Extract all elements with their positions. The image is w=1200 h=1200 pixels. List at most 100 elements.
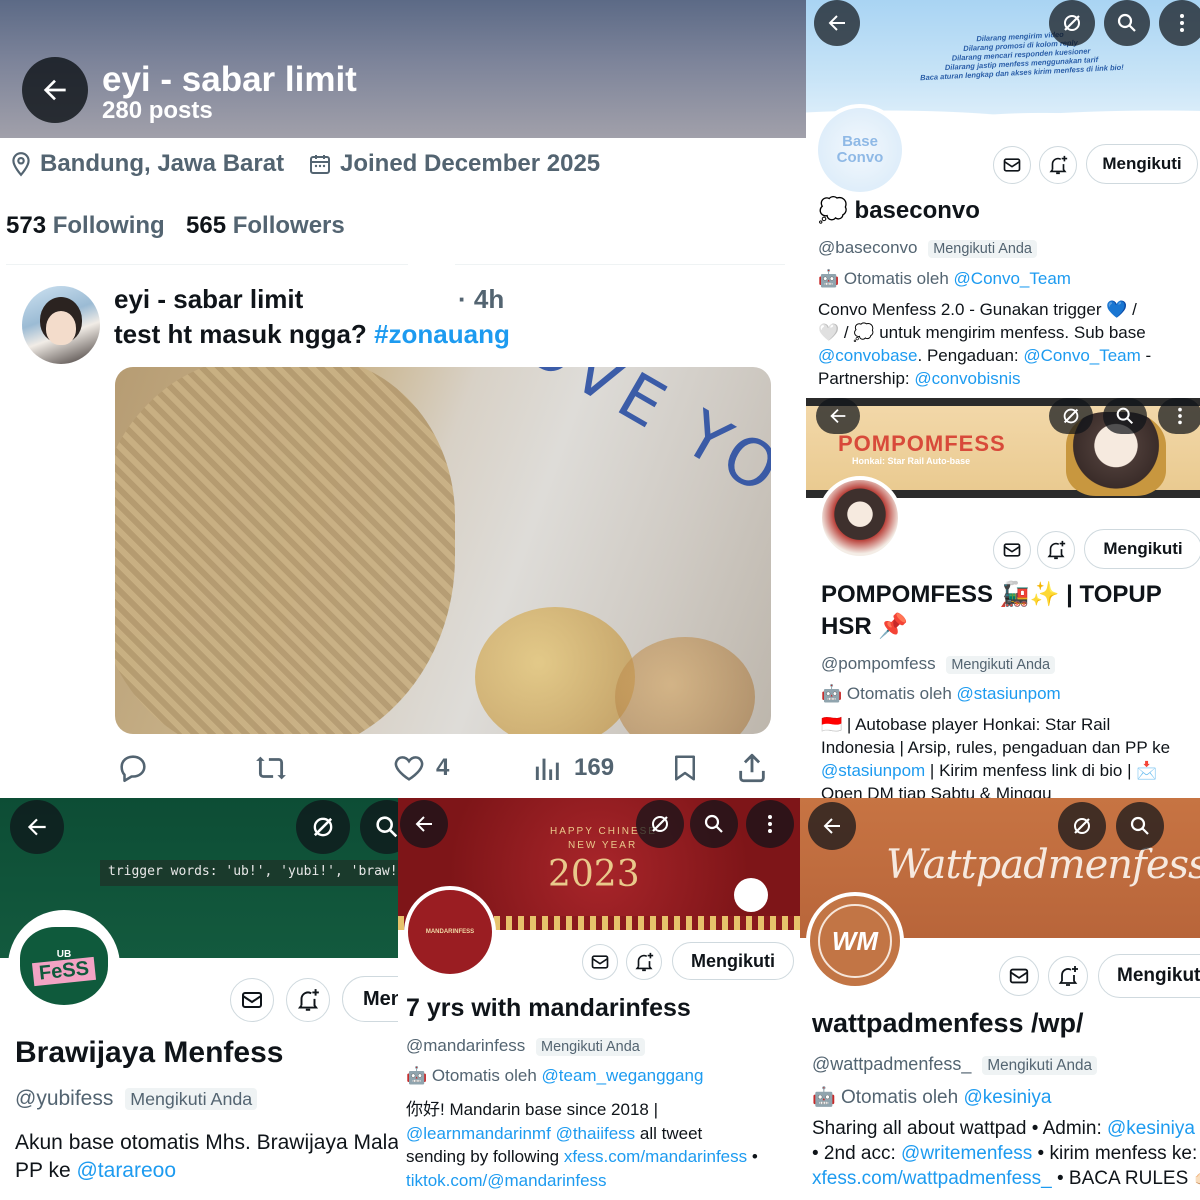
notify-button[interactable] <box>1037 531 1075 569</box>
share-action[interactable] <box>735 751 769 785</box>
avatar[interactable]: WM <box>806 892 904 990</box>
avatar[interactable] <box>818 476 902 560</box>
reply-action[interactable] <box>116 751 150 785</box>
banner-subtitle: Honkai: Star Rail Auto-base <box>852 456 971 466</box>
following-button[interactable]: Mengikuti <box>1098 954 1200 998</box>
back-button[interactable] <box>816 398 860 434</box>
notify-button[interactable] <box>1048 956 1088 996</box>
bio-line: sending by following xfess.com/mandarinf… <box>406 1145 800 1169</box>
back-button[interactable] <box>808 802 856 850</box>
message-button[interactable] <box>993 146 1031 184</box>
back-button[interactable] <box>400 800 448 848</box>
bio-link[interactable]: @tarareoo <box>76 1159 176 1182</box>
profile-handle: @baseconvo Mengikuti Anda <box>818 238 1037 258</box>
following-stat[interactable]: 573 Following <box>6 212 165 240</box>
retweet-action[interactable] <box>253 751 289 785</box>
bio-link[interactable]: @kesiniya <box>1107 1118 1195 1139</box>
search-icon <box>1130 816 1149 835</box>
avatar-logo-text: MANDARINFESS <box>425 929 475 935</box>
bio-line: @convobase. Pengaduan: @Convo_Team - <box>818 344 1198 367</box>
search-button[interactable] <box>690 800 738 848</box>
notify-button[interactable] <box>286 978 330 1022</box>
automated-by-link[interactable]: @stasiunpom <box>957 684 1061 703</box>
notify-button[interactable] <box>1039 146 1077 184</box>
bio-line: @learnmandarinmf @thaiifess all tweet <box>406 1122 800 1146</box>
bio-link[interactable]: @thaiifess <box>556 1124 636 1143</box>
bio-link[interactable]: xfess.com/mandarinfess <box>564 1147 747 1166</box>
following-button[interactable]: Mengikuti <box>342 976 398 1022</box>
grok-button[interactable] <box>636 800 684 848</box>
follows-you-badge: Mengikuti Anda <box>928 240 1037 258</box>
search-button[interactable] <box>1104 0 1150 46</box>
avatar[interactable]: Base Convo <box>814 104 906 196</box>
automated-prefix: Otomatis oleh <box>843 269 949 288</box>
search-button[interactable] <box>1116 802 1164 850</box>
banner-script-text: Wattpadmenfess <box>886 842 1200 888</box>
tweet-hashtag[interactable]: #zonauang <box>374 319 510 349</box>
bio-link[interactable]: @convobisnis <box>914 369 1020 388</box>
following-button[interactable]: Mengikuti <box>1084 529 1200 569</box>
followers-stat[interactable]: 565 Followers <box>186 212 345 240</box>
tweet-image[interactable]: LOVE YOURSELF MORE <box>115 367 771 734</box>
avatar[interactable]: UB FeSS <box>8 910 120 1022</box>
views-action[interactable]: 169 <box>532 751 614 785</box>
more-button[interactable] <box>1158 398 1200 434</box>
automated-label: 🤖 Otomatis oleh @team_weganggang <box>406 1066 703 1086</box>
tweet-avatar[interactable] <box>22 286 100 364</box>
bio-link[interactable]: @writemenfess <box>901 1143 1032 1164</box>
bio-line: 🇮🇩 | Autobase player Honkai: Star Rail <box>821 715 1111 734</box>
grok-icon <box>1074 818 1090 834</box>
back-button[interactable] <box>10 800 64 854</box>
bio-line: Convo Menfess 2.0 - Gunakan trigger 💙 / <box>818 300 1137 319</box>
profile-name: Brawijaya Menfess <box>15 1036 284 1069</box>
grok-icon <box>652 816 668 832</box>
bio-link[interactable]: xfess.com/wattpadmenfess_ <box>812 1168 1052 1189</box>
bio-link[interactable]: @Convo_Team <box>1023 346 1140 365</box>
tweet-time[interactable]: · 4h <box>458 284 504 315</box>
bio-link[interactable]: tiktok.com/@mandarinfess <box>406 1169 800 1193</box>
grok-button[interactable] <box>1058 802 1106 850</box>
bio-text: • kirim menfess ke: <box>1032 1143 1198 1164</box>
following-label: Following <box>52 212 165 239</box>
follows-you-badge: Mengikuti Anda <box>536 1038 645 1056</box>
message-button[interactable] <box>582 944 618 980</box>
more-button[interactable] <box>1159 0 1200 46</box>
grok-button[interactable] <box>1049 398 1093 434</box>
mail-icon <box>1003 543 1021 557</box>
more-button[interactable] <box>746 800 794 848</box>
following-button[interactable]: Mengikuti <box>1086 144 1198 184</box>
search-icon <box>1117 13 1136 32</box>
message-button[interactable] <box>999 956 1039 996</box>
tweet-author[interactable]: eyi - sabar limit <box>114 284 303 315</box>
following-button[interactable]: Mengikuti <box>672 942 794 980</box>
handle-text: @yubifess <box>15 1087 114 1110</box>
grok-icon <box>313 817 333 837</box>
automated-prefix: Otomatis oleh <box>840 1087 959 1108</box>
avatar[interactable]: MANDARINFESS <box>404 886 496 978</box>
back-button[interactable] <box>22 57 88 123</box>
bio-line: Akun base otomatis Mhs. Brawijaya Malang… <box>15 1131 398 1154</box>
bio-link[interactable]: @convobase <box>818 346 918 365</box>
automated-by-link[interactable]: @team_weganggang <box>542 1066 704 1085</box>
search-button[interactable] <box>1103 398 1147 434</box>
grok-button[interactable] <box>296 800 350 854</box>
bio-link[interactable]: @learnmandarinmf <box>406 1124 551 1143</box>
message-button[interactable] <box>993 531 1031 569</box>
bio-text: - <box>1140 346 1152 365</box>
grok-button[interactable] <box>1049 0 1095 46</box>
heart-icon <box>394 756 424 781</box>
automated-label: 🤖 Otomatis oleh @stasiunpom <box>821 684 1061 704</box>
notify-button[interactable] <box>626 944 662 980</box>
automated-by-link[interactable]: @kesiniya <box>963 1087 1051 1108</box>
like-action[interactable]: 4 <box>392 751 449 785</box>
search-icon <box>376 816 398 838</box>
automated-by-link[interactable]: @Convo_Team <box>954 269 1071 288</box>
followers-label: Followers <box>232 212 345 239</box>
bookmark-action[interactable] <box>670 751 700 785</box>
views-chart-icon <box>535 758 559 780</box>
bio-link[interactable]: @stasiunpom <box>821 761 925 780</box>
back-button[interactable] <box>814 0 860 46</box>
banner-rabbit <box>734 878 768 912</box>
profile-name-line2: HSR 📌 <box>821 613 909 640</box>
message-button[interactable] <box>230 978 274 1022</box>
